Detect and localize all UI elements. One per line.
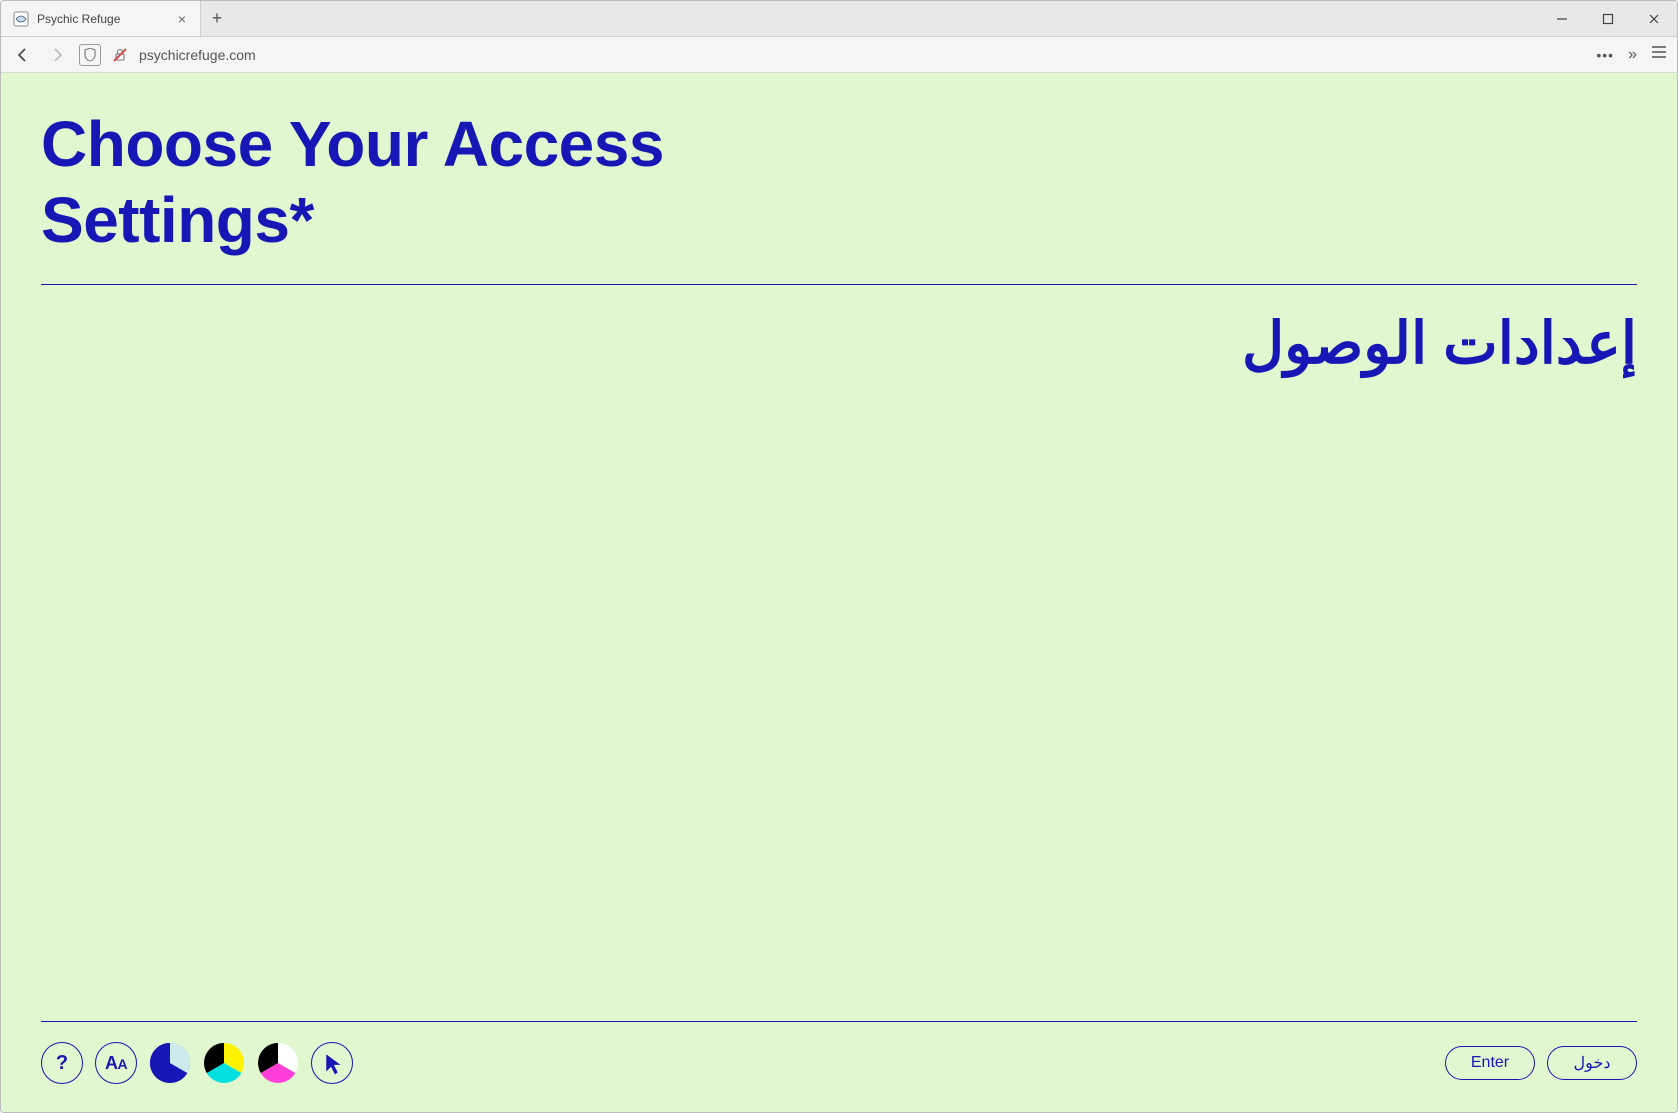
text-size-icon: AA [105, 1053, 127, 1074]
help-button[interactable]: ? [41, 1042, 83, 1084]
color-theme-1-button[interactable] [149, 1042, 191, 1084]
page-content: Choose Your Access Settings* إعدادات الو… [1, 73, 1677, 1112]
menu-button[interactable] [1651, 45, 1667, 64]
tab-title: Psychic Refuge [37, 12, 166, 26]
text-size-button[interactable]: AA [95, 1042, 137, 1084]
divider-bottom [41, 1021, 1637, 1022]
insecure-lock-icon[interactable] [111, 46, 129, 64]
forward-button[interactable] [45, 43, 69, 67]
color-theme-2-button[interactable] [203, 1042, 245, 1084]
window-controls [1539, 1, 1677, 36]
shield-icon[interactable] [79, 44, 101, 66]
footer-left: ? AA [41, 1042, 353, 1084]
page-heading-en: Choose Your Access Settings* [41, 107, 741, 258]
enter-button[interactable]: Enter [1445, 1046, 1535, 1080]
page-actions-icon[interactable]: ••• [1596, 47, 1614, 63]
footer-right: Enter دخول [1445, 1046, 1637, 1080]
close-window-button[interactable] [1631, 1, 1677, 36]
back-button[interactable] [11, 43, 35, 67]
pie-icon [203, 1042, 245, 1084]
url-text[interactable]: psychicrefuge.com [139, 47, 256, 63]
toolbar-right: ••• » [1596, 45, 1667, 64]
divider-top [41, 284, 1637, 285]
color-theme-3-button[interactable] [257, 1042, 299, 1084]
favicon-icon [13, 11, 29, 27]
browser-toolbar: psychicrefuge.com ••• » [1, 37, 1677, 73]
pie-icon [257, 1042, 299, 1084]
cursor-settings-button[interactable] [311, 1042, 353, 1084]
enter-button-ar-label: دخول [1574, 1053, 1611, 1073]
cursor-icon [312, 1043, 352, 1083]
maximize-button[interactable] [1585, 1, 1631, 36]
browser-tab[interactable]: Psychic Refuge × [1, 1, 201, 36]
browser-window: Psychic Refuge × + [0, 0, 1678, 1113]
tab-close-icon[interactable]: × [174, 11, 190, 27]
question-icon: ? [56, 1052, 68, 1075]
overflow-chevrons-icon[interactable]: » [1628, 46, 1637, 64]
enter-button-ar[interactable]: دخول [1547, 1046, 1637, 1080]
footer-bar: ? AA [41, 1042, 1637, 1084]
enter-button-label: Enter [1471, 1054, 1509, 1072]
titlebar: Psychic Refuge × + [1, 1, 1677, 37]
page-heading-ar: إعدادات الوصول [41, 309, 1637, 377]
new-tab-button[interactable]: + [201, 1, 233, 36]
minimize-button[interactable] [1539, 1, 1585, 36]
pie-icon [149, 1042, 191, 1084]
